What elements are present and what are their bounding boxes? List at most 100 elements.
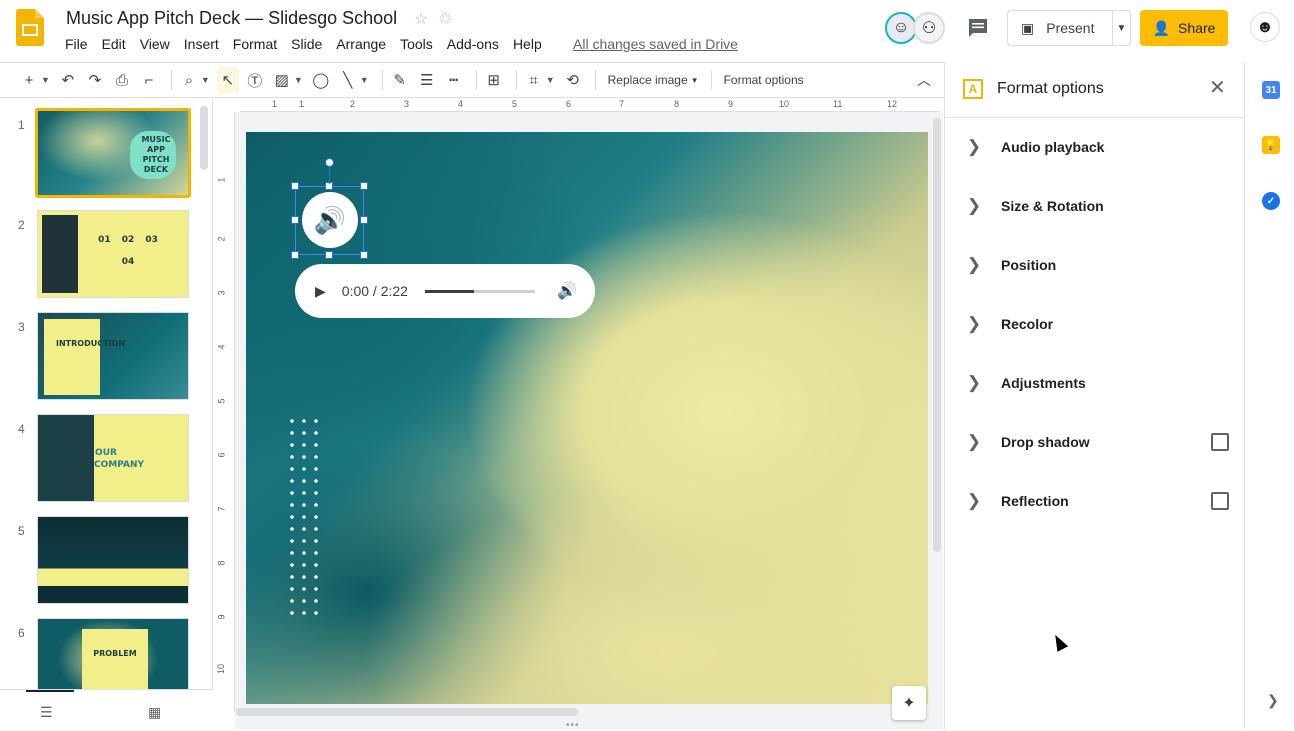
explore-icon[interactable]: ✦ [892,686,926,720]
section-recolor[interactable]: ❯ Recolor [945,304,1245,344]
menu-help[interactable]: Help [506,35,549,53]
resize-handle[interactable] [325,251,333,259]
share-button[interactable]: 👤 Share [1140,10,1228,46]
present-button[interactable]: ▣ Present ▼ [1007,10,1131,46]
chevron-right-icon[interactable]: ❯ [945,255,1001,275]
chevron-right-icon[interactable]: ❯ [945,314,1001,334]
menu-slide[interactable]: Slide [284,35,329,53]
play-icon[interactable]: ▶ [315,283,326,300]
share-history-avatar[interactable]: ⚇ [913,12,945,44]
tasks-icon[interactable]: ✓ [1262,192,1280,210]
paint-format-icon[interactable]: ⌐ [138,67,160,93]
menu-format[interactable]: Format [226,35,284,53]
slide-canvas[interactable]: 🔊 ▶ 0:00 / 2:22 🔊 [246,132,928,704]
slide-thumb-5[interactable] [37,516,189,604]
present-dropdown-icon[interactable]: ▼ [1113,23,1130,34]
slide-thumbnail[interactable]: 1 MUSIC APP PITCH DECK [0,108,200,202]
volume-icon[interactable]: 🔊 [557,281,577,301]
resize-handle[interactable] [291,216,299,224]
keep-icon[interactable]: 💡 [1262,136,1280,154]
slide-thumb-2[interactable]: 01 02 03 04 [37,210,189,298]
canvas-vertical-scrollbar[interactable] [933,118,941,552]
replace-image-button[interactable]: Replace image ▼ [602,73,705,87]
new-slide-icon[interactable]: + [18,67,40,93]
audio-icon-object[interactable]: 🔊 [291,158,368,259]
slide-thumb-4[interactable]: OUR COMPANY [37,414,189,502]
filmstrip-scrollbar[interactable] [200,106,208,170]
text-box-icon[interactable]: Ⓣ [244,67,266,93]
menu-addons[interactable]: Add-ons [440,35,506,53]
section-adjustments[interactable]: ❯ Adjustments [945,363,1245,403]
section-position[interactable]: ❯ Position [945,245,1245,285]
slide-thumbnail[interactable]: 2 01 02 03 04 [0,210,200,302]
crop-dropdown-icon[interactable]: ▼ [544,67,557,93]
line-icon[interactable]: ╲ [337,67,359,93]
rotation-handle[interactable] [325,158,334,167]
line-dropdown-icon[interactable]: ▼ [358,67,371,93]
menu-file[interactable]: File [58,35,95,53]
close-icon[interactable]: ✕ [1209,78,1226,98]
print-icon[interactable]: ⎙ [111,67,133,93]
crop-icon[interactable]: ⌗ [523,67,545,93]
menu-insert[interactable]: Insert [177,35,226,53]
section-audio-playback[interactable]: ❯ Audio playback [945,127,1245,167]
section-size-rotation[interactable]: ❯ Size & Rotation [945,186,1245,226]
canvas-horizontal-scrollbar[interactable] [236,708,578,716]
resize-handle[interactable] [291,251,299,259]
resize-handle[interactable] [360,251,368,259]
reflection-checkbox[interactable] [1211,492,1229,510]
present-main[interactable]: ▣ Present [1008,11,1113,45]
grid-view-icon[interactable]: ▦ [148,704,161,721]
resize-handle[interactable] [291,182,299,190]
comment-icon[interactable] [966,16,990,40]
undo-icon[interactable]: ↶ [57,67,79,93]
new-slide-dropdown-icon[interactable]: ▼ [39,67,52,93]
section-reflection[interactable]: ❯ Reflection [945,481,1245,521]
menu-view[interactable]: View [133,35,177,53]
zoom-dropdown-icon[interactable]: ▼ [199,67,212,93]
horizontal-ruler[interactable]: 1 1 2 3 4 5 6 7 8 9 10 11 12 [240,98,940,112]
selection-box[interactable] [295,186,364,255]
format-options-button[interactable]: Format options [718,73,810,87]
chevron-right-icon[interactable]: ❯ [945,137,1001,157]
chevron-right-icon[interactable]: ❯ [945,196,1001,216]
add-comment-icon[interactable]: ⊞ [483,67,505,93]
shape-icon[interactable]: ◯ [310,67,332,93]
select-icon[interactable]: ↖ [216,67,239,93]
slides-logo-icon[interactable] [16,9,44,46]
filmstrip-view-icon[interactable]: ☰ [40,704,53,721]
reset-image-icon[interactable]: ⟲ [562,67,584,93]
audio-player[interactable]: ▶ 0:00 / 2:22 🔊 [295,264,595,318]
audio-progress-bar[interactable] [424,289,536,293]
chevron-right-icon[interactable]: ❯ [1267,692,1279,709]
menu-tools[interactable]: Tools [393,35,440,53]
drive-icon[interactable]: ♲ [438,9,452,29]
image-dropdown-icon[interactable]: ▼ [292,67,305,93]
image-icon[interactable]: ▨ [271,67,293,93]
saved-status[interactable]: All changes saved in Drive [573,35,738,53]
vertical-ruler[interactable]: 1 2 3 4 5 6 7 8 9 10 [213,112,235,712]
chevron-right-icon[interactable]: ❯ [945,373,1001,393]
border-dash-icon[interactable]: ┅ [443,67,465,93]
border-weight-icon[interactable]: ☰ [416,67,438,93]
chevron-right-icon[interactable]: ❯ [945,432,1001,452]
resize-handle[interactable] [360,182,368,190]
calendar-icon[interactable]: 31 [1262,81,1280,99]
drop-shadow-checkbox[interactable] [1211,433,1229,451]
zoom-icon[interactable]: ⌕ [178,67,200,93]
slide-thumb-3[interactable]: INTRODUCTION [37,312,189,400]
speaker-notes-grip[interactable]: ••• [566,720,580,731]
collapse-toolbar-icon[interactable]: ︿ [917,70,931,90]
menu-edit[interactable]: Edit [95,35,133,53]
menu-arrange[interactable]: Arrange [329,35,393,53]
user-avatar[interactable]: ☻ [1250,12,1280,42]
redo-icon[interactable]: ↷ [84,67,106,93]
pen-icon[interactable]: ✎ [389,67,411,93]
slide-thumbnail[interactable]: 5 [0,516,200,608]
slide-thumb-1[interactable]: MUSIC APP PITCH DECK [35,108,191,198]
doc-title[interactable]: Music App Pitch Deck — Slidesgo School [66,8,397,29]
star-icon[interactable]: ☆ [414,9,428,29]
slide-thumbnail[interactable]: 3 INTRODUCTION [0,312,200,404]
chevron-right-icon[interactable]: ❯ [945,491,1001,511]
section-drop-shadow[interactable]: ❯ Drop shadow [945,422,1245,462]
